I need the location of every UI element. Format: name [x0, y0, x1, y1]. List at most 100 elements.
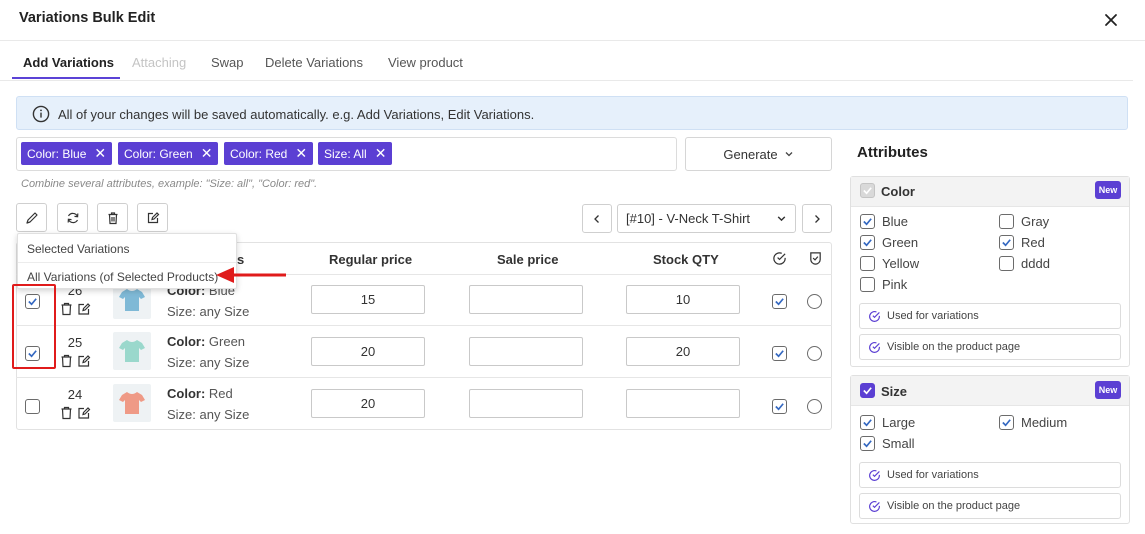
- row-select-checkbox[interactable]: [25, 399, 40, 414]
- enabled-checkbox[interactable]: [772, 346, 787, 361]
- refresh-button[interactable]: [57, 203, 88, 232]
- delete-button[interactable]: [97, 203, 128, 232]
- chevron-down-icon: [776, 213, 787, 224]
- tag-remove-icon[interactable]: ✕: [201, 145, 213, 162]
- color-label: Color:: [167, 334, 206, 349]
- annotation-arrow-icon: [214, 265, 288, 285]
- option-label: Medium: [1021, 415, 1068, 430]
- row-divider: [16, 377, 832, 378]
- variation-thumbnail: [113, 332, 151, 370]
- used-for-variations-label: Used for variations: [887, 469, 979, 481]
- variation-thumbnail: [113, 384, 151, 422]
- size-value: Size: any Size: [167, 304, 250, 319]
- tab-add-variations[interactable]: Add Variations: [23, 55, 114, 70]
- visible-on-product-page-label: Visible on the product page: [887, 500, 1021, 512]
- default-variation-radio[interactable]: [807, 399, 822, 414]
- menu-divider: [18, 262, 236, 263]
- stock-qty-input[interactable]: [626, 389, 740, 418]
- regular-price-input[interactable]: [311, 389, 425, 418]
- stock-qty-input[interactable]: [626, 337, 740, 366]
- option-label: Gray: [1021, 214, 1050, 229]
- regular-price-input[interactable]: [311, 285, 425, 314]
- header-divider: [0, 40, 1145, 41]
- color-attribute-checkbox[interactable]: [860, 183, 875, 198]
- check-circle-icon: [868, 500, 881, 513]
- tag-remove-icon[interactable]: ✕: [375, 145, 387, 162]
- option-checkbox-blue[interactable]: [860, 214, 875, 229]
- tag-remove-icon[interactable]: ✕: [295, 145, 307, 162]
- product-select-value: [#10] - V-Neck T-Shirt: [626, 211, 751, 226]
- trash-icon[interactable]: [60, 354, 73, 368]
- edit-selected-button[interactable]: [137, 203, 168, 232]
- sale-price-input[interactable]: [469, 337, 583, 366]
- tab-delete-variations[interactable]: Delete Variations: [265, 55, 363, 70]
- new-badge: New: [1095, 181, 1121, 199]
- previous-product-button[interactable]: [582, 204, 612, 233]
- variation-attributes: Color: Red Size: any Size: [167, 383, 249, 425]
- menu-item-selected-variations[interactable]: Selected Variations: [27, 242, 130, 256]
- option-checkbox-gray[interactable]: [999, 214, 1014, 229]
- generate-button[interactable]: Generate: [685, 137, 832, 171]
- visible-on-product-page-toggle[interactable]: Visible on the product page: [859, 493, 1121, 519]
- color-panel-title: Color: [881, 184, 915, 199]
- default-variation-radio[interactable]: [807, 294, 822, 309]
- chevron-right-icon: [812, 214, 822, 224]
- default-variation-radio[interactable]: [807, 346, 822, 361]
- col-stock-qty-header: Stock QTY: [653, 252, 719, 267]
- option-checkbox-yellow[interactable]: [860, 256, 875, 271]
- regular-price-input[interactable]: [311, 337, 425, 366]
- size-attribute-checkbox[interactable]: [860, 383, 875, 398]
- edit-icon[interactable]: [77, 406, 91, 420]
- next-product-button[interactable]: [802, 204, 832, 233]
- tag-label: Color: Blue: [27, 146, 87, 161]
- edit-icon[interactable]: [77, 302, 91, 316]
- option-label: Blue: [882, 214, 909, 229]
- bulk-edit-button[interactable]: [16, 203, 47, 232]
- info-icon: [32, 105, 50, 123]
- edit-icon[interactable]: [77, 354, 91, 368]
- trash-icon[interactable]: [60, 302, 73, 316]
- menu-item-all-variations[interactable]: All Variations (of Selected Products): [27, 270, 218, 284]
- stock-qty-input[interactable]: [626, 285, 740, 314]
- product-select[interactable]: [#10] - V-Neck T-Shirt: [617, 204, 796, 233]
- size-panel-title: Size: [881, 384, 908, 399]
- color-value: Red: [208, 386, 233, 401]
- sale-price-input[interactable]: [469, 389, 583, 418]
- visible-on-product-page-label: Visible on the product page: [887, 341, 1021, 353]
- tab-swap[interactable]: Swap: [211, 55, 244, 70]
- pencil-icon: [25, 211, 39, 225]
- size-value: Size: any Size: [167, 355, 250, 370]
- option-checkbox-green[interactable]: [860, 235, 875, 250]
- close-icon[interactable]: [1101, 10, 1121, 30]
- sale-price-input[interactable]: [469, 285, 583, 314]
- visible-on-product-page-toggle[interactable]: Visible on the product page: [859, 334, 1121, 360]
- trash-icon[interactable]: [60, 406, 73, 420]
- used-for-variations-toggle[interactable]: Used for variations: [859, 303, 1121, 329]
- option-checkbox-large[interactable]: [860, 415, 875, 430]
- variation-id: 25: [67, 335, 83, 350]
- tag-remove-icon[interactable]: ✕: [94, 145, 106, 162]
- variation-id: 24: [67, 387, 83, 402]
- used-for-variations-toggle[interactable]: Used for variations: [859, 462, 1121, 488]
- option-checkbox-medium[interactable]: [999, 415, 1014, 430]
- col-sale-price-header: Sale price: [497, 252, 559, 267]
- option-label: Pink: [882, 277, 908, 292]
- variation-attributes: Color: Green Size: any Size: [167, 331, 249, 373]
- option-checkbox-pink[interactable]: [860, 277, 875, 292]
- option-checkbox-red[interactable]: [999, 235, 1014, 250]
- chevron-down-icon: [784, 149, 794, 159]
- size-value: Size: any Size: [167, 407, 250, 422]
- tab-view-product[interactable]: View product: [388, 55, 463, 70]
- generate-label: Generate: [723, 146, 778, 162]
- check-circle-icon: [868, 469, 881, 482]
- option-checkbox-dddd[interactable]: [999, 256, 1014, 271]
- refresh-icon: [66, 211, 80, 225]
- option-label: dddd: [1021, 256, 1050, 271]
- option-checkbox-small[interactable]: [860, 436, 875, 451]
- enabled-column-icon: [772, 251, 787, 266]
- color-value: Green: [208, 334, 246, 349]
- attribute-hint: Combine several attributes, example: "Si…: [21, 178, 318, 190]
- row-divider: [16, 325, 832, 326]
- enabled-checkbox[interactable]: [772, 399, 787, 414]
- enabled-checkbox[interactable]: [772, 294, 787, 309]
